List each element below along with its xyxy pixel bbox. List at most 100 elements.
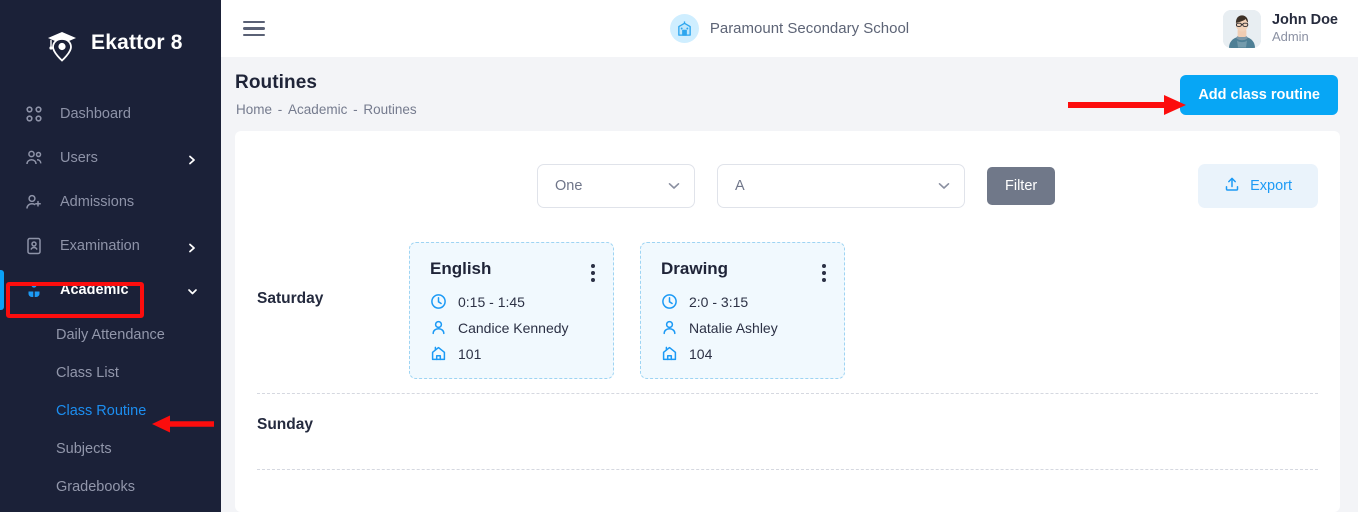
exam-card-icon xyxy=(24,236,44,256)
page-header-left: Routines Home - Academic - Routines xyxy=(235,72,418,117)
sidebar-subitem-daily-attendance[interactable]: Daily Attendance xyxy=(0,316,221,354)
export-label: Export xyxy=(1250,178,1292,194)
sidebar-subitem-gradebooks[interactable]: Gradebooks xyxy=(0,468,221,506)
chevron-down-icon xyxy=(938,178,950,194)
hamburger-menu-icon[interactable] xyxy=(243,17,265,40)
brand-name: Ekattor 8 xyxy=(91,31,183,55)
breadcrumb-academic[interactable]: Academic xyxy=(288,102,347,117)
user-plus-icon xyxy=(24,192,44,212)
subitem-label: Gradebooks xyxy=(56,479,135,495)
main-area: Paramount Secondary School xyxy=(221,0,1358,512)
sidebar-subitem-class-routine[interactable]: Class Routine xyxy=(0,392,221,430)
home-icon xyxy=(661,345,678,362)
academic-person-icon xyxy=(24,280,44,300)
slot-time: 0:15 - 1:45 xyxy=(458,294,525,310)
three-dots-vertical-icon[interactable] xyxy=(591,259,595,282)
routine-slot[interactable]: English 0:15 - 1:45 xyxy=(409,242,614,379)
breadcrumb-separator: - xyxy=(278,102,283,117)
day-slots: English 0:15 - 1:45 xyxy=(409,238,845,379)
day-label: Sunday xyxy=(257,408,409,434)
subitem-label: Class Routine xyxy=(56,403,146,419)
sidebar-item-examination[interactable]: Examination xyxy=(0,224,221,268)
sidebar-subitem-subjects[interactable]: Subjects xyxy=(0,430,221,468)
page-header: Routines Home - Academic - Routines Add … xyxy=(221,57,1358,131)
chevron-right-icon xyxy=(187,153,197,163)
sidebar-item-admissions[interactable]: Admissions xyxy=(0,180,221,224)
sidebar-item-label: Admissions xyxy=(60,194,134,210)
grid-dashboard-icon xyxy=(24,104,44,124)
day-label: Saturday xyxy=(257,238,409,308)
graduation-cap-pin-logo xyxy=(44,23,80,63)
routine-day-row: Saturday English xyxy=(257,230,1318,394)
breadcrumb-home[interactable]: Home xyxy=(236,102,272,117)
breadcrumb-current: Routines xyxy=(363,102,416,117)
brand[interactable]: Ekattor 8 xyxy=(0,0,221,86)
clock-icon xyxy=(661,293,678,310)
slot-subject: Drawing xyxy=(661,259,728,279)
content-card: One A Filter xyxy=(235,131,1340,512)
chevron-down-icon xyxy=(187,285,197,295)
class-select[interactable]: One xyxy=(537,164,695,208)
school-indicator: Paramount Secondary School xyxy=(670,14,909,43)
school-name: Paramount Secondary School xyxy=(710,20,909,37)
slot-subject: English xyxy=(430,259,491,279)
three-dots-vertical-icon[interactable] xyxy=(822,259,826,282)
filter-bar: One A Filter xyxy=(257,131,1318,208)
slot-time-row: 2:0 - 3:15 xyxy=(661,293,826,310)
breadcrumb: Home - Academic - Routines xyxy=(235,102,418,117)
slot-teacher-row: Natalie Ashley xyxy=(661,319,826,336)
sidebar-item-academic[interactable]: Academic xyxy=(0,268,221,312)
person-icon xyxy=(430,319,447,336)
slot-room-row: 104 xyxy=(661,345,826,362)
subitem-label: Class List xyxy=(56,365,119,381)
sidebar-item-users[interactable]: Users xyxy=(0,136,221,180)
slot-header: Drawing xyxy=(661,259,826,282)
slot-header: English xyxy=(430,259,595,282)
user-meta: John Doe Admin xyxy=(1272,11,1338,45)
users-icon xyxy=(24,148,44,168)
topbar: Paramount Secondary School xyxy=(221,0,1358,57)
subitem-label: Daily Attendance xyxy=(56,327,165,343)
upload-export-icon xyxy=(1224,176,1240,196)
slot-time: 2:0 - 3:15 xyxy=(689,294,748,310)
class-select-value: One xyxy=(555,178,582,194)
clock-icon xyxy=(430,293,447,310)
routine-day-row: Sunday xyxy=(257,394,1318,470)
section-select[interactable]: A xyxy=(717,164,965,208)
sidebar-item-label: Dashboard xyxy=(60,106,131,122)
sidebar-nav: Dashboard Users xyxy=(0,86,221,506)
slot-room: 101 xyxy=(458,346,481,362)
sidebar-item-label: Examination xyxy=(60,238,140,254)
person-icon xyxy=(661,319,678,336)
chevron-down-icon xyxy=(668,178,680,194)
sidebar-item-dashboard[interactable]: Dashboard xyxy=(0,92,221,136)
add-button-arrow-annotation xyxy=(1068,94,1188,116)
user-role: Admin xyxy=(1272,29,1338,45)
app-root: Ekattor 8 Dashboard xyxy=(0,0,1358,512)
home-icon xyxy=(430,345,447,362)
user-avatar-photo xyxy=(1223,10,1261,48)
sidebar-item-label: Academic xyxy=(60,282,129,298)
user-name: John Doe xyxy=(1272,11,1338,29)
slot-room: 104 xyxy=(689,346,712,362)
school-building-icon xyxy=(670,14,699,43)
section-select-value: A xyxy=(735,178,745,194)
routine-grid: Saturday English xyxy=(257,230,1318,470)
slot-time-row: 0:15 - 1:45 xyxy=(430,293,595,310)
add-class-routine-button[interactable]: Add class routine xyxy=(1180,75,1338,115)
sidebar-item-label: Users xyxy=(60,150,98,166)
academic-submenu: Daily Attendance Class List Class Routin… xyxy=(0,312,221,506)
slot-teacher-row: Candice Kennedy xyxy=(430,319,595,336)
sidebar: Ekattor 8 Dashboard xyxy=(0,0,221,512)
filter-button[interactable]: Filter xyxy=(987,167,1055,205)
page-title: Routines xyxy=(235,72,418,94)
slot-room-row: 101 xyxy=(430,345,595,362)
slot-teacher: Natalie Ashley xyxy=(689,320,778,336)
routine-slot[interactable]: Drawing 2:0 - 3:15 xyxy=(640,242,845,379)
export-button[interactable]: Export xyxy=(1198,164,1318,208)
sidebar-subitem-class-list[interactable]: Class List xyxy=(0,354,221,392)
user-profile[interactable]: John Doe Admin xyxy=(1223,10,1338,48)
breadcrumb-separator: - xyxy=(353,102,358,117)
subitem-label: Subjects xyxy=(56,441,112,457)
chevron-right-icon xyxy=(187,241,197,251)
